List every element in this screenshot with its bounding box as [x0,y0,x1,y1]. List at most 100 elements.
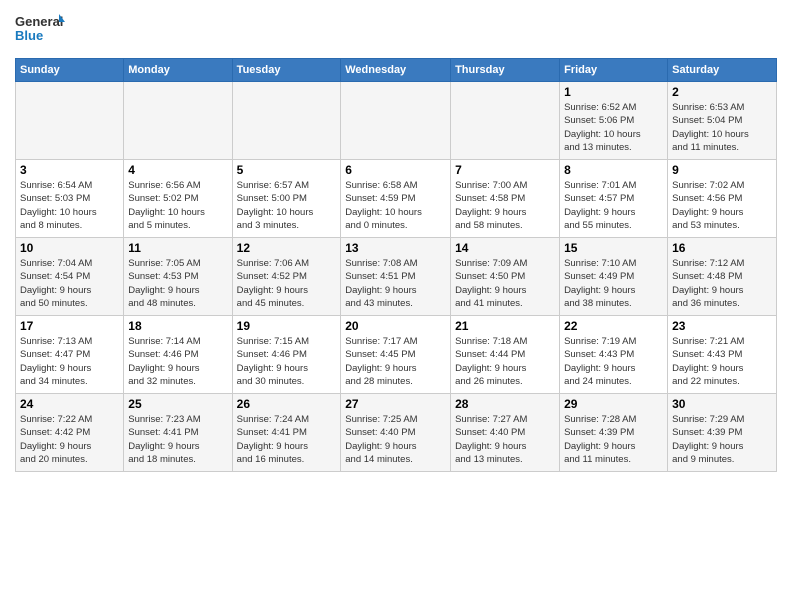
weekday-header: Saturday [668,59,777,82]
header: General Blue [15,10,777,50]
day-info: Sunrise: 7:25 AM Sunset: 4:40 PM Dayligh… [345,413,446,466]
day-number: 18 [128,319,227,333]
calendar-cell: 3 Sunrise: 6:54 AM Sunset: 5:03 PM Daylig… [16,160,124,238]
calendar-cell: 13 Sunrise: 7:08 AM Sunset: 4:51 PM Dayli… [341,238,451,316]
page-container: General Blue SundayMondayTuesdayWednesda… [0,0,792,482]
day-info: Sunrise: 7:04 AM Sunset: 4:54 PM Dayligh… [20,257,119,310]
calendar-cell: 21 Sunrise: 7:18 AM Sunset: 4:44 PM Dayli… [451,316,560,394]
day-info: Sunrise: 6:54 AM Sunset: 5:03 PM Dayligh… [20,179,119,232]
weekday-header: Wednesday [341,59,451,82]
day-number: 7 [455,163,555,177]
calendar-cell: 24 Sunrise: 7:22 AM Sunset: 4:42 PM Dayli… [16,394,124,472]
day-info: Sunrise: 7:24 AM Sunset: 4:41 PM Dayligh… [237,413,337,466]
calendar-week-row: 1 Sunrise: 6:52 AM Sunset: 5:06 PM Daylig… [16,82,777,160]
day-number: 27 [345,397,446,411]
calendar-cell: 8 Sunrise: 7:01 AM Sunset: 4:57 PM Daylig… [560,160,668,238]
calendar-cell [124,82,232,160]
weekday-header: Thursday [451,59,560,82]
calendar-week-row: 3 Sunrise: 6:54 AM Sunset: 5:03 PM Daylig… [16,160,777,238]
day-number: 6 [345,163,446,177]
calendar-cell [341,82,451,160]
calendar-cell: 30 Sunrise: 7:29 AM Sunset: 4:39 PM Dayli… [668,394,777,472]
day-info: Sunrise: 7:06 AM Sunset: 4:52 PM Dayligh… [237,257,337,310]
weekday-header: Monday [124,59,232,82]
calendar-cell: 10 Sunrise: 7:04 AM Sunset: 4:54 PM Dayli… [16,238,124,316]
day-number: 10 [20,241,119,255]
day-info: Sunrise: 7:05 AM Sunset: 4:53 PM Dayligh… [128,257,227,310]
day-info: Sunrise: 7:08 AM Sunset: 4:51 PM Dayligh… [345,257,446,310]
day-info: Sunrise: 7:00 AM Sunset: 4:58 PM Dayligh… [455,179,555,232]
calendar-cell: 23 Sunrise: 7:21 AM Sunset: 4:43 PM Dayli… [668,316,777,394]
day-number: 12 [237,241,337,255]
calendar-cell: 12 Sunrise: 7:06 AM Sunset: 4:52 PM Dayli… [232,238,341,316]
day-info: Sunrise: 7:02 AM Sunset: 4:56 PM Dayligh… [672,179,772,232]
calendar-cell [232,82,341,160]
day-number: 8 [564,163,663,177]
day-number: 13 [345,241,446,255]
calendar-week-row: 24 Sunrise: 7:22 AM Sunset: 4:42 PM Dayli… [16,394,777,472]
day-info: Sunrise: 7:28 AM Sunset: 4:39 PM Dayligh… [564,413,663,466]
calendar-cell: 15 Sunrise: 7:10 AM Sunset: 4:49 PM Dayli… [560,238,668,316]
day-number: 24 [20,397,119,411]
day-info: Sunrise: 6:52 AM Sunset: 5:06 PM Dayligh… [564,101,663,154]
weekday-header: Friday [560,59,668,82]
day-number: 19 [237,319,337,333]
calendar-cell: 19 Sunrise: 7:15 AM Sunset: 4:46 PM Dayli… [232,316,341,394]
day-number: 14 [455,241,555,255]
calendar-cell: 18 Sunrise: 7:14 AM Sunset: 4:46 PM Dayli… [124,316,232,394]
weekday-header: Sunday [16,59,124,82]
day-info: Sunrise: 7:23 AM Sunset: 4:41 PM Dayligh… [128,413,227,466]
day-number: 23 [672,319,772,333]
day-info: Sunrise: 7:09 AM Sunset: 4:50 PM Dayligh… [455,257,555,310]
day-number: 9 [672,163,772,177]
day-info: Sunrise: 7:21 AM Sunset: 4:43 PM Dayligh… [672,335,772,388]
day-number: 16 [672,241,772,255]
day-number: 15 [564,241,663,255]
calendar-cell: 26Sunrise: 7:24 AM Sunset: 4:41 PM Dayli… [232,394,341,472]
day-number: 3 [20,163,119,177]
day-info: Sunrise: 7:18 AM Sunset: 4:44 PM Dayligh… [455,335,555,388]
day-info: Sunrise: 7:12 AM Sunset: 4:48 PM Dayligh… [672,257,772,310]
day-info: Sunrise: 7:22 AM Sunset: 4:42 PM Dayligh… [20,413,119,466]
day-info: Sunrise: 7:10 AM Sunset: 4:49 PM Dayligh… [564,257,663,310]
calendar-cell: 1 Sunrise: 6:52 AM Sunset: 5:06 PM Daylig… [560,82,668,160]
svg-text:General: General [15,14,63,29]
calendar-cell: 9 Sunrise: 7:02 AM Sunset: 4:56 PM Daylig… [668,160,777,238]
calendar-cell: 22Sunrise: 7:19 AM Sunset: 4:43 PM Dayli… [560,316,668,394]
day-number: 5 [237,163,337,177]
calendar-cell: 2 Sunrise: 6:53 AM Sunset: 5:04 PM Daylig… [668,82,777,160]
calendar-cell: 28Sunrise: 7:27 AM Sunset: 4:40 PM Dayli… [451,394,560,472]
day-number: 22 [564,319,663,333]
calendar-cell [451,82,560,160]
day-number: 17 [20,319,119,333]
day-number: 11 [128,241,227,255]
day-info: Sunrise: 7:15 AM Sunset: 4:46 PM Dayligh… [237,335,337,388]
day-info: Sunrise: 6:56 AM Sunset: 5:02 PM Dayligh… [128,179,227,232]
day-number: 25 [128,397,227,411]
calendar-cell: 29 Sunrise: 7:28 AM Sunset: 4:39 PM Dayli… [560,394,668,472]
day-info: Sunrise: 7:13 AM Sunset: 4:47 PM Dayligh… [20,335,119,388]
calendar-week-row: 10 Sunrise: 7:04 AM Sunset: 4:54 PM Dayli… [16,238,777,316]
calendar-cell: 14 Sunrise: 7:09 AM Sunset: 4:50 PM Dayli… [451,238,560,316]
day-info: Sunrise: 7:29 AM Sunset: 4:39 PM Dayligh… [672,413,772,466]
calendar-cell: 6Sunrise: 6:58 AM Sunset: 4:59 PM Daylig… [341,160,451,238]
day-info: Sunrise: 7:17 AM Sunset: 4:45 PM Dayligh… [345,335,446,388]
calendar-cell: 7 Sunrise: 7:00 AM Sunset: 4:58 PM Daylig… [451,160,560,238]
day-info: Sunrise: 7:14 AM Sunset: 4:46 PM Dayligh… [128,335,227,388]
day-number: 21 [455,319,555,333]
day-number: 4 [128,163,227,177]
calendar-cell: 11 Sunrise: 7:05 AM Sunset: 4:53 PM Dayli… [124,238,232,316]
day-info: Sunrise: 6:53 AM Sunset: 5:04 PM Dayligh… [672,101,772,154]
day-number: 28 [455,397,555,411]
calendar-cell: 4 Sunrise: 6:56 AM Sunset: 5:02 PM Daylig… [124,160,232,238]
calendar-cell [16,82,124,160]
day-number: 1 [564,85,663,99]
day-info: Sunrise: 7:01 AM Sunset: 4:57 PM Dayligh… [564,179,663,232]
calendar-cell: 25 Sunrise: 7:23 AM Sunset: 4:41 PM Dayli… [124,394,232,472]
day-number: 30 [672,397,772,411]
day-info: Sunrise: 6:57 AM Sunset: 5:00 PM Dayligh… [237,179,337,232]
day-number: 2 [672,85,772,99]
calendar-cell: 20Sunrise: 7:17 AM Sunset: 4:45 PM Dayli… [341,316,451,394]
calendar-table: SundayMondayTuesdayWednesdayThursdayFrid… [15,58,777,472]
day-number: 29 [564,397,663,411]
